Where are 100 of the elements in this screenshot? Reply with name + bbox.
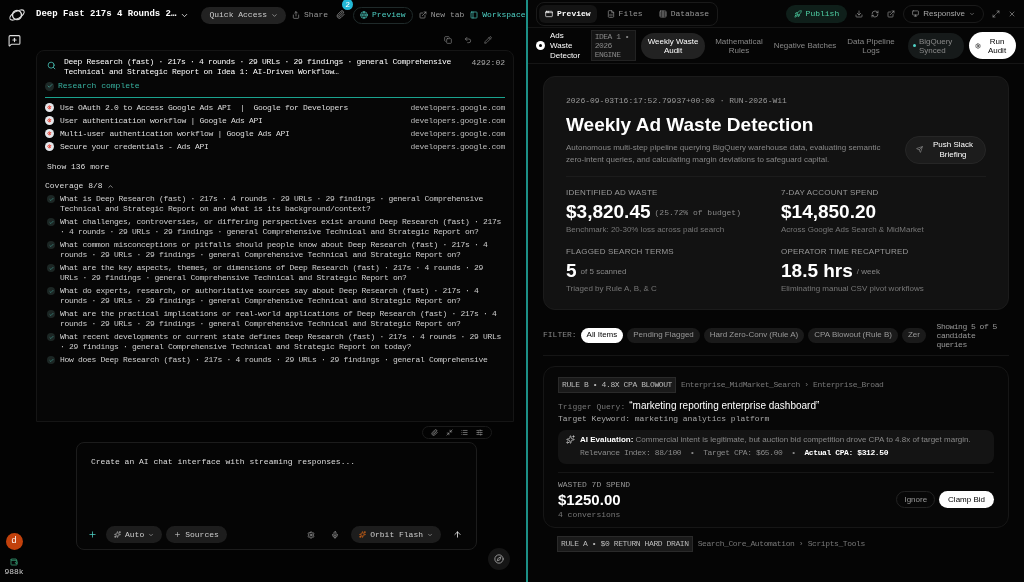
plus-icon [174,531,182,538]
panel-tab[interactable]: Files [600,4,649,23]
expand-icon[interactable] [992,9,1000,18]
stat-suffix: (25.72% of budget) [654,206,741,219]
settings-icon [975,42,981,49]
stat-note: Across Google Ads Search & MidMarket [781,223,925,236]
panel-icon [470,11,479,19]
coverage-toggle[interactable]: Coverage 8/8 [45,180,114,192]
list-icon[interactable] [461,429,468,436]
quick-access-button[interactable]: Quick Access [201,6,287,24]
count-badge: 2 [342,0,354,10]
engine-badge: IDEA 1 • 2026 ENGINE [590,30,636,61]
search-icon [47,61,56,70]
filter-chip[interactable]: All Items [580,327,624,343]
mode-button[interactable]: Auto [106,526,163,543]
close-icon[interactable] [1008,9,1016,18]
sync-status: BigQuery Synced [908,32,964,59]
monitor-icon [912,10,920,17]
source-domain: developers.google.com [410,101,505,114]
file-code-icon [606,9,615,18]
stat-note: Eliminating manual CSV pivot workflows [781,282,925,295]
slack-briefing-button[interactable]: Push Slack Briefing [905,135,986,164]
settings-icon[interactable] [307,530,316,539]
table-icon [658,9,667,18]
send-icon [916,146,923,153]
source-title: Multi-user authentication workflow | Google Ads API [60,127,291,140]
new-tab-button[interactable]: New tab [418,9,465,21]
publish-button[interactable]: Publish [785,4,848,23]
stat-value: $14,850.20 [781,199,877,223]
external-link-icon[interactable] [887,9,896,18]
complete-check-icon [45,81,54,91]
chevron-down-icon [427,531,433,538]
user-avatar[interactable]: d [5,533,23,550]
app-logo-icon [536,41,545,50]
filter-chip[interactable]: Zer [901,327,926,343]
show-more-button[interactable]: Show 136 more [47,161,110,173]
clamp-bid-button[interactable]: Clamp Bid [939,491,994,508]
mic-icon[interactable] [331,530,340,539]
filter-chip[interactable]: Hard Zero-Conv (Rule A) [703,327,805,343]
panel-tab[interactable]: Preview [539,4,597,23]
sources-button[interactable]: Sources [166,526,227,543]
share-button[interactable]: Share [292,9,329,21]
new-chat-icon[interactable] [7,34,21,47]
nav-tab[interactable]: Data Pipeline Logs [839,32,903,59]
campaign-path: Enterprise_MidMarket_Search › Enterprise_Broad [681,378,884,391]
edit-icon[interactable] [484,36,492,44]
orbit-logo-icon[interactable] [8,6,26,24]
filter-chip[interactable]: CPA Blowout (Rule B) [808,327,898,343]
copy-icon[interactable] [444,36,452,44]
filter-chip[interactable]: Pending Flagged [627,327,700,343]
source-title: User authentication workflow | Google Ads API [60,114,264,127]
spend-label: WASTED 7D SPEND [558,478,631,491]
collapse-icon[interactable] [446,429,453,436]
coverage-question: What are the practical implications or real-world applications of Deep Research (fast) · 217s · 4 rounds · 29 URLs · 29 findings · general Comprehensive Technical and Strategic Report on? [60,309,498,329]
chat-title-menu[interactable]: Deep Fast 217s 4 Rounds 2… [36,8,190,22]
compass-button[interactable] [488,548,510,570]
share-icon [292,11,301,19]
source-title: Secure your credentials - Ads API [60,140,210,153]
stat-value: $3,820.45 [566,199,651,223]
result-count: Showing 5 of 5 candidate queries [936,321,998,349]
stat-value: 5 [566,258,577,282]
source-row[interactable]: Secure your credentials - Ads API developers.google.com [45,140,505,153]
nav-tab[interactable]: Negative Batches [773,32,837,59]
sliders-icon[interactable] [476,429,483,436]
source-domain: developers.google.com [410,127,505,140]
ai-evaluation: AI Evaluation: Commercial intent is legitimate, but auction bid competition drove CPA to 4.8x of target margin. [580,434,971,445]
run-audit-button[interactable]: Run Audit [969,32,1016,59]
model-button[interactable]: Orbit Flash [351,526,441,543]
paperclip-icon[interactable] [431,429,438,436]
stat-label: 7-DAY ACCOUNT SPEND [781,186,880,199]
run-meta: 2026-09-03T16:17:52.79937+00:00 · RUN-2026-W11 [566,95,788,107]
favicon-icon [45,142,54,151]
panel-tab[interactable]: Database [652,4,716,23]
workspace-button[interactable]: Workspace [470,9,526,21]
campaign-path: Search_Core_Automation › Scripts_Tools [697,537,865,550]
nav-tab[interactable]: Mathematical Rules [707,32,771,59]
refresh-icon[interactable] [871,9,880,18]
source-row[interactable]: Multi-user authentication workflow | Google Ads API developers.google.com [45,127,505,140]
chevron-down-icon [148,531,155,538]
stat-value: 18.5 hrs [781,258,853,282]
prompt-composer[interactable]: Create an AI chat interface with streaming responses... Auto Sources Orbit Flash [76,442,477,550]
rocket-icon [793,9,802,18]
add-icon[interactable] [88,530,97,539]
source-row[interactable]: User authentication workflow | Google Ads API developers.google.com [45,114,505,127]
elapsed-time: 4292:02 [471,57,505,69]
source-row[interactable]: Use OAuth 2.0 to Access Google Ads API | Google for Developers developers.google.com [45,101,505,114]
send-icon[interactable] [453,530,462,539]
trigger-query: “marketing reporting enterprise dashboard” [629,398,820,413]
favicon-icon [45,103,54,112]
undo-icon[interactable] [464,36,472,44]
wasted-spend: $1250.00 [558,490,622,509]
attach-button[interactable] [334,8,348,21]
favicon-icon [45,116,54,125]
sparkle-icon [359,531,367,538]
chevron-down-icon [969,10,975,17]
download-icon[interactable] [855,9,864,18]
nav-tab[interactable]: Weekly Waste Audit [641,32,705,59]
source-title: Use OAuth 2.0 to Access Google Ads API | Google for Developers [60,101,350,114]
research-title: Deep Research (fast) · 217s · 4 rounds · 29 URLs · 29 findings · general Comprehensive Technical and Strategic Report on Idea 1: AI-Driven Workflow… [64,57,453,77]
source-domain: developers.google.com [410,114,505,127]
